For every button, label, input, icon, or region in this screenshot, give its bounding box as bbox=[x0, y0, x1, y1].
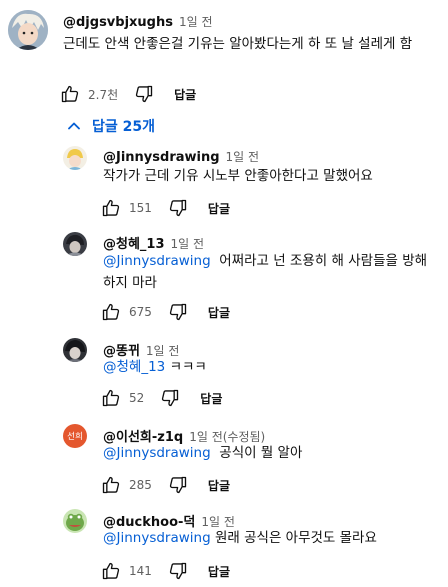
reply-mention[interactable]: @Jinnysdrawing bbox=[103, 530, 211, 546]
reply-avatar[interactable] bbox=[63, 232, 87, 256]
like-count: 2.7천 bbox=[88, 87, 119, 102]
like-icon[interactable] bbox=[60, 84, 80, 104]
like-count: 285 bbox=[129, 478, 152, 492]
reply-actions: 675 답글 bbox=[101, 300, 230, 324]
reply-time[interactable]: 1일 전 bbox=[226, 150, 260, 164]
reply-button[interactable]: 답글 bbox=[174, 86, 196, 103]
reply-actions: 141 답글 bbox=[101, 559, 230, 583]
author-handle[interactable]: @djgsvbjxughs bbox=[63, 15, 173, 30]
comment-text: 근데도 안색 안좋은걸 기유는 알아봤다는게 하 또 날 설레게 함 bbox=[63, 36, 413, 52]
reply-author[interactable]: @Jinnysdrawing 1일 전 bbox=[103, 148, 259, 165]
like-icon[interactable] bbox=[101, 475, 121, 495]
reply-button[interactable]: 답글 bbox=[200, 390, 222, 407]
comment-actions: 2.7천 답글 bbox=[60, 82, 196, 106]
like-icon[interactable] bbox=[101, 388, 121, 408]
comment-author[interactable]: @djgsvbjxughs 1일 전 bbox=[63, 13, 213, 30]
reply-avatar[interactable] bbox=[63, 146, 87, 170]
like-icon[interactable] bbox=[101, 561, 121, 581]
reply-text: @Jinnysdrawing 원래 공식은 아무것도 몰라요 bbox=[103, 527, 433, 549]
reply-mention[interactable]: @Jinnysdrawing bbox=[103, 445, 211, 461]
comment-time[interactable]: 1일 전 bbox=[179, 15, 213, 29]
like-icon[interactable] bbox=[101, 302, 121, 322]
reply-mention[interactable]: @Jinnysdrawing bbox=[103, 253, 211, 269]
like-count: 141 bbox=[129, 564, 152, 578]
reply-body: 작가가 근데 기유 시노부 안좋아한다고 말했어요 bbox=[103, 168, 373, 184]
replies-toggle[interactable]: 답글 25개 bbox=[66, 116, 155, 136]
reply-avatar[interactable] bbox=[63, 509, 87, 533]
dislike-icon[interactable] bbox=[160, 388, 180, 408]
reply-actions: 285 답글 bbox=[101, 473, 230, 497]
dislike-icon[interactable] bbox=[168, 475, 188, 495]
reply-body: 공식이 뭘 알아 bbox=[219, 445, 303, 461]
reply-text: @청혜_13 ㅋㅋㅋ bbox=[103, 356, 433, 378]
avatar-initials: 선희 bbox=[67, 432, 83, 442]
reply-avatar[interactable]: 선희 bbox=[63, 424, 87, 448]
like-icon[interactable] bbox=[101, 198, 121, 218]
chevron-up-icon bbox=[68, 122, 80, 130]
avatar[interactable] bbox=[8, 10, 48, 50]
reply-text: 작가가 근데 기유 시노부 안좋아한다고 말했어요 bbox=[103, 165, 433, 187]
reply-text: @Jinnysdrawing 어쩌라고 넌 조용히 해 사람들을 방해하지 마라 bbox=[103, 250, 433, 294]
reply-body: 원래 공식은 아무것도 몰라요 bbox=[214, 530, 377, 546]
reply-text: @Jinnysdrawing 공식이 뭘 알아 bbox=[103, 442, 433, 464]
dislike-icon[interactable] bbox=[168, 561, 188, 581]
reply-time[interactable]: 1일 전 bbox=[171, 237, 205, 251]
reply-button[interactable]: 답글 bbox=[208, 304, 230, 321]
dislike-icon[interactable] bbox=[168, 302, 188, 322]
reply-actions: 151 답글 bbox=[101, 196, 230, 220]
dislike-icon[interactable] bbox=[134, 84, 154, 104]
reply-actions: 52 답글 bbox=[101, 386, 222, 410]
like-count: 52 bbox=[129, 391, 145, 405]
like-count: 151 bbox=[129, 201, 152, 215]
reply-button[interactable]: 답글 bbox=[208, 200, 230, 217]
reply-button[interactable]: 답글 bbox=[208, 563, 230, 580]
dislike-icon[interactable] bbox=[168, 198, 188, 218]
reply-avatar[interactable] bbox=[63, 338, 87, 362]
replies-count-label: 답글 25개 bbox=[92, 119, 155, 135]
like-count: 675 bbox=[129, 305, 152, 319]
reply-handle[interactable]: @Jinnysdrawing bbox=[103, 150, 220, 165]
reply-mention[interactable]: @청혜_13 bbox=[103, 359, 165, 375]
reply-button[interactable]: 답글 bbox=[208, 477, 230, 494]
reply-body: ㅋㅋㅋ bbox=[169, 359, 207, 375]
